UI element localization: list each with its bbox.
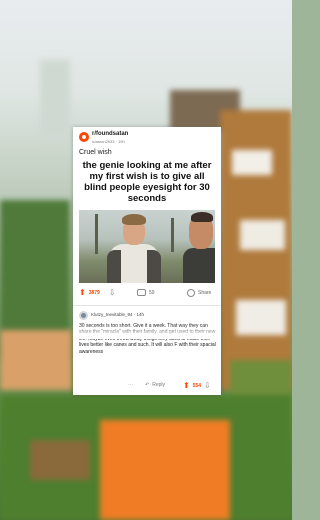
man-left-hair: [122, 214, 146, 225]
man-right-hair: [191, 212, 213, 222]
divider: [73, 305, 221, 306]
downvote-icon[interactable]: ⇩: [204, 382, 211, 390]
comment-vote: ⬆ 554 ⇩: [183, 382, 211, 390]
palm-tree: [171, 218, 174, 252]
background-block: [236, 300, 286, 335]
reply-label: Reply: [152, 382, 165, 388]
share-button[interactable]: Share: [187, 289, 211, 297]
reply-button[interactable]: ↶ Reply: [145, 382, 165, 388]
post-header: r/foundsatan u/aaron2933 · 19h: [79, 131, 215, 149]
reddit-post-card: r/foundsatan u/aaron2933 · 19h Cruel wis…: [73, 127, 221, 395]
comment-actions: ⋯ ↶ Reply ⬆ 554 ⇩: [73, 382, 221, 393]
post-score: 3879: [88, 290, 100, 296]
ellipsis-icon: ⋯: [128, 382, 133, 388]
share-label: Share: [198, 290, 212, 296]
post-byline[interactable]: u/aaron2933 · 19h: [92, 139, 125, 144]
man-right-body: [183, 248, 215, 283]
share-icon: [187, 289, 195, 297]
subreddit-name[interactable]: r/foundsatan: [92, 131, 128, 137]
upvote-icon[interactable]: ⬆: [79, 289, 86, 297]
comment-icon: [137, 289, 146, 296]
post-comments-button[interactable]: 59: [137, 289, 155, 296]
subreddit-avatar-icon[interactable]: [79, 132, 89, 142]
background-block: [40, 60, 70, 140]
background-block: [100, 420, 230, 520]
background-block: [232, 150, 272, 175]
reply-icon: ↶: [145, 382, 150, 388]
meme-image[interactable]: the genie looking at me after my first w…: [79, 158, 215, 283]
post-title[interactable]: Cruel wish: [79, 149, 112, 156]
comment-username[interactable]: Klutzy_Inevitable_94 · 14h: [91, 312, 144, 317]
post-actions: ⬆ 3879 ⇩ 59 Share: [79, 289, 215, 301]
downvote-icon[interactable]: ⇩: [109, 289, 116, 297]
man-left-jacket: [147, 250, 161, 283]
background-block: [0, 330, 72, 390]
background-block: [240, 220, 285, 250]
comment-more-button[interactable]: ⋯: [128, 382, 133, 388]
comment-fade: [73, 325, 221, 339]
meme-caption: the genie looking at me after my first w…: [82, 160, 212, 204]
background-block: [30, 440, 90, 480]
meme-photo: [79, 210, 215, 283]
comment-score: 554: [192, 383, 202, 389]
post-vote: ⬆ 3879 ⇩: [79, 289, 116, 297]
post-comment-count: 59: [149, 289, 155, 296]
palm-tree: [95, 214, 98, 254]
commenter-avatar-icon[interactable]: [79, 311, 88, 320]
upvote-icon[interactable]: ⬆: [183, 382, 190, 390]
man-left-jacket: [107, 250, 121, 283]
